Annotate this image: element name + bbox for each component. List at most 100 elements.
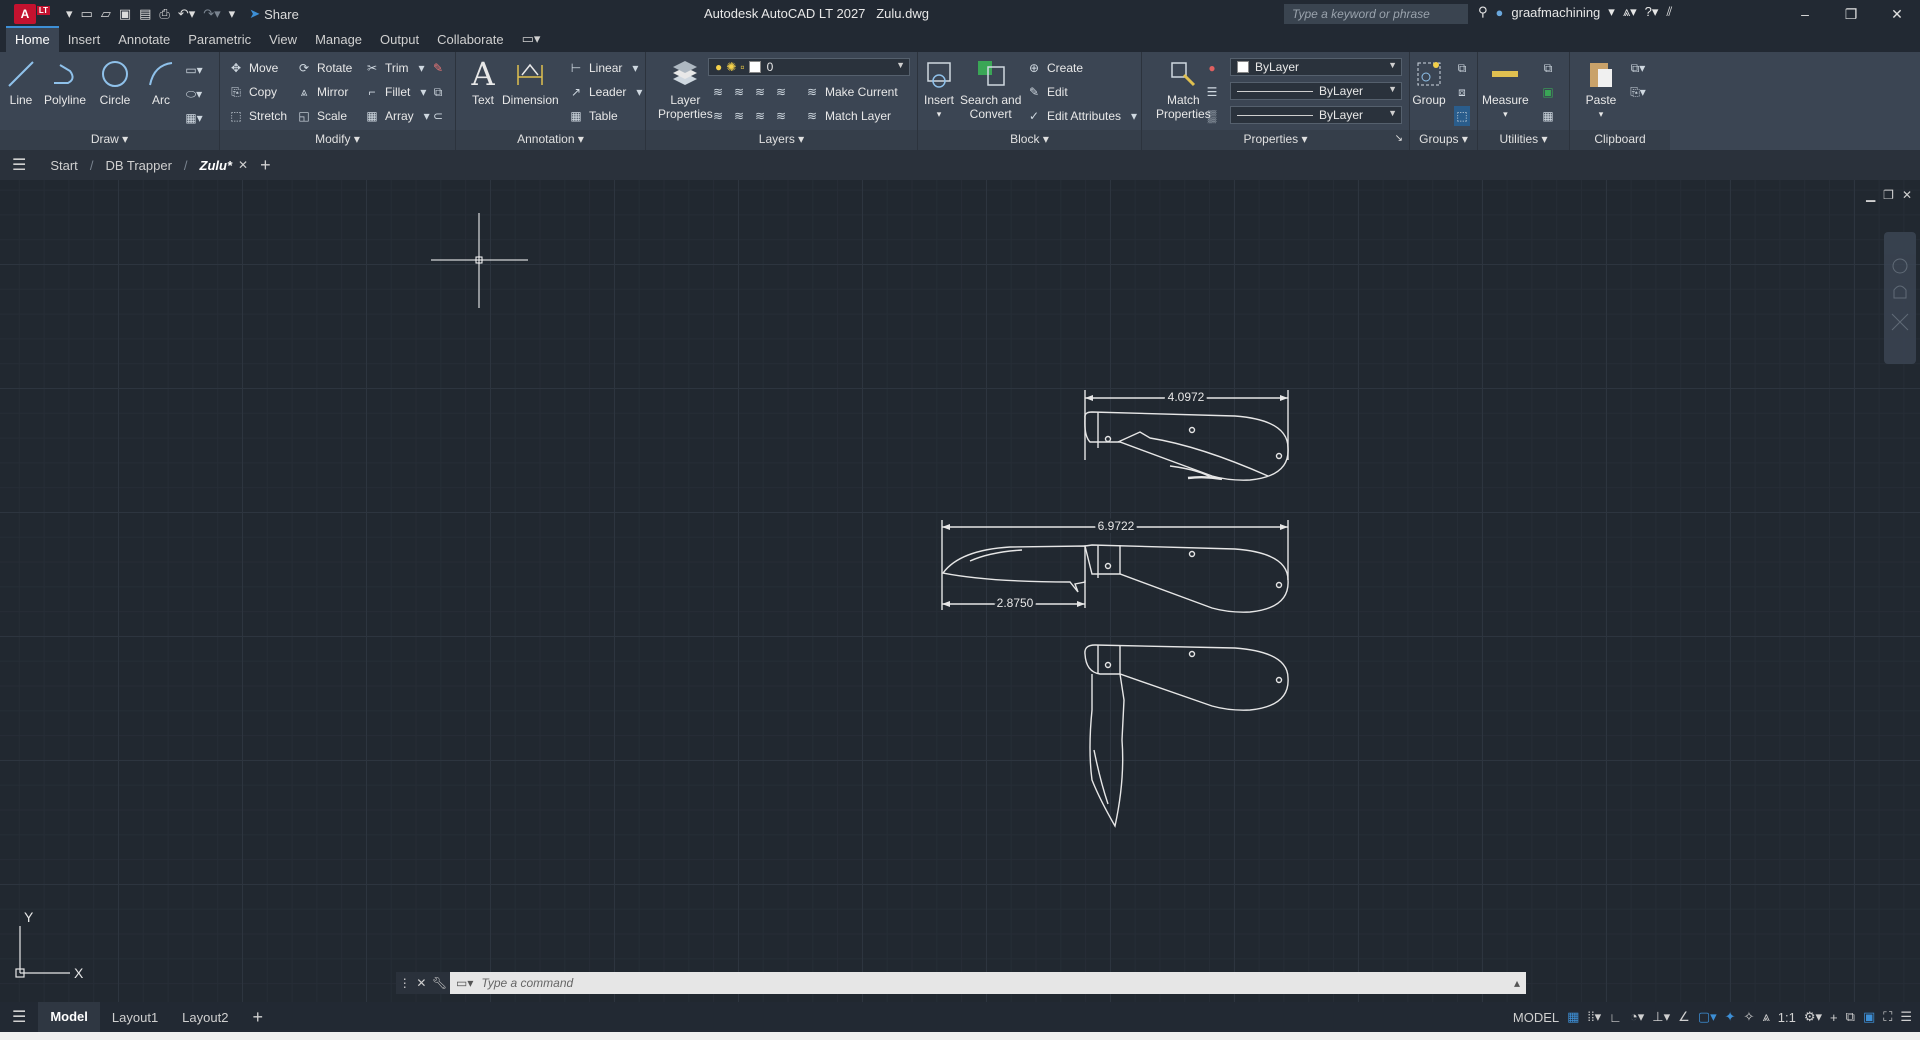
mirror-button[interactable]: ⩓ Mirror	[296, 82, 349, 102]
linetype-dropdown[interactable]: ByLayer ▼	[1230, 82, 1402, 100]
scale-button[interactable]: ◱ Scale	[296, 106, 347, 126]
tab-manage[interactable]: Manage	[306, 28, 371, 52]
polyline-button[interactable]: Polyline	[44, 58, 86, 107]
paste-button[interactable]: Paste ▾	[1584, 58, 1618, 121]
layer-dropdown[interactable]: ● ✺ ▫ 0 ▼	[708, 58, 910, 76]
annotation-panel-label[interactable]: Annotation ▾	[456, 130, 645, 150]
dialog-launcher-icon[interactable]: ↘	[1395, 130, 1403, 148]
annotation-scale-icon[interactable]: ⩓	[1762, 1009, 1769, 1025]
copy-clip-icon[interactable]: ⎘▾	[1630, 82, 1646, 102]
quick-properties-icon[interactable]: ▣	[1863, 1009, 1875, 1025]
undo-icon[interactable]: ↶▾	[178, 6, 195, 22]
search-icon[interactable]: ⚲	[1478, 4, 1488, 20]
open-icon[interactable]: ▱	[101, 6, 111, 22]
tab-model[interactable]: Model	[38, 1002, 100, 1032]
grip-icon[interactable]: ⋮	[399, 976, 411, 990]
clipboard-panel-label[interactable]: Clipboard	[1570, 130, 1670, 150]
select-all-icon[interactable]: ▣	[1540, 82, 1556, 102]
add-layout-icon[interactable]: +	[240, 1007, 275, 1028]
rectangle-icon[interactable]: ▭▾	[185, 60, 202, 80]
user-caret-icon[interactable]: ▾	[1608, 4, 1615, 20]
draw-panel-label[interactable]: Draw ▾	[0, 130, 219, 150]
save-icon[interactable]: ▣	[119, 6, 131, 22]
object-snap-tracking-icon[interactable]: ∠	[1678, 1009, 1690, 1025]
wrench-icon[interactable]: 🔧︎	[432, 976, 447, 990]
groups-panel-label[interactable]: Groups ▾	[1410, 130, 1477, 150]
utilities-panel-label[interactable]: Utilities ▾	[1478, 130, 1569, 150]
calculator-icon[interactable]: ▦	[1540, 106, 1556, 126]
tab-layout1[interactable]: Layout1	[100, 1010, 170, 1025]
redo-icon[interactable]: ↷▾	[203, 6, 220, 22]
match-properties-button[interactable]: Match Properties	[1156, 58, 1211, 121]
explode-icon[interactable]: ⧉	[430, 82, 446, 102]
model-space-button[interactable]: MODEL	[1513, 1010, 1559, 1025]
isodraft-icon[interactable]: ⊥▾	[1652, 1009, 1670, 1025]
table-button[interactable]: ▦ Table	[568, 106, 617, 126]
dimension-button[interactable]: Dimension	[502, 58, 559, 107]
quick-select-icon[interactable]: ⧉	[1540, 58, 1556, 78]
stretch-button[interactable]: ⬚ Stretch	[228, 106, 287, 126]
save-as-icon[interactable]: ▤	[139, 6, 151, 22]
tab-output[interactable]: Output	[371, 28, 428, 52]
layout-menu-icon[interactable]: ☰	[0, 1007, 38, 1027]
new-icon[interactable]: ▭	[81, 6, 93, 22]
app-menu-caret-icon[interactable]: ▾	[66, 6, 73, 22]
annotation-visibility-icon[interactable]: ✦	[1725, 1009, 1736, 1025]
username[interactable]: graafmachining	[1511, 5, 1600, 20]
new-tab-icon[interactable]: +	[248, 155, 283, 176]
circle-button[interactable]: Circle	[98, 58, 132, 107]
edit-attributes-button[interactable]: ✓ Edit Attributes ▾	[1026, 106, 1142, 126]
snap-icon[interactable]: ⁞⁞▾	[1587, 1009, 1601, 1025]
polar-icon[interactable]: ◔▾	[1630, 1009, 1644, 1025]
command-line-input[interactable]: ▭▾ Type a command ▴	[450, 972, 1526, 994]
lineweight-dropdown[interactable]: ByLayer ▼	[1230, 106, 1402, 124]
create-block-button[interactable]: ⊕ Create	[1026, 58, 1083, 78]
linear-button[interactable]: ⊢ Linear ▾	[568, 58, 643, 78]
cut-icon[interactable]: ⧉▾	[1630, 58, 1646, 78]
layer-tools-row1[interactable]: ≋ ≋ ≋ ≋	[710, 82, 789, 102]
arc-button[interactable]: Arc	[144, 58, 178, 107]
file-tab-start[interactable]: Start	[38, 158, 89, 173]
close-icon[interactable]: ✕	[1874, 0, 1920, 28]
exchange-icon[interactable]: ⫽	[1666, 4, 1672, 20]
offset-icon[interactable]: ⊂	[430, 106, 446, 126]
object-snap-icon[interactable]: ▢▾	[1698, 1009, 1717, 1025]
make-current-button[interactable]: ≋ Make Current	[804, 82, 898, 102]
group-edit-icon[interactable]: ⧈	[1454, 82, 1470, 102]
annotation-monitor-icon[interactable]: +	[1830, 1010, 1838, 1025]
ribbon-extra-tab[interactable]: ▭▾	[513, 27, 550, 52]
move-button[interactable]: ✥ Move	[228, 58, 278, 78]
modify-panel-label[interactable]: Modify ▾	[220, 130, 455, 150]
restore-icon[interactable]: ❐	[1828, 0, 1874, 28]
units-icon[interactable]: ⧉	[1846, 1009, 1855, 1025]
customization-icon[interactable]: ☰	[1900, 1009, 1912, 1025]
array-button[interactable]: ▦ Array ▾	[364, 106, 435, 126]
ellipse-icon[interactable]: ⬭▾	[186, 84, 202, 104]
keyword-search-input[interactable]: Type a keyword or phrase	[1284, 4, 1468, 24]
leader-button[interactable]: ↗ Leader ▾	[568, 82, 647, 102]
help-icon[interactable]: ?▾	[1645, 4, 1659, 20]
trim-button[interactable]: ✂ Trim ▾	[364, 58, 430, 78]
erase-icon[interactable]: ✎	[430, 58, 446, 78]
print-icon[interactable]: ⎙	[159, 6, 169, 22]
properties-panel-label[interactable]: Properties ▾ ↘	[1142, 130, 1409, 150]
search-and-convert-button[interactable]: Search and Convert	[960, 58, 1021, 121]
tab-annotate[interactable]: Annotate	[109, 28, 179, 52]
customize-qat-icon[interactable]: ▾	[229, 6, 236, 22]
color-dropdown[interactable]: ByLayer ▼	[1230, 58, 1402, 76]
grid-icon[interactable]: ▦	[1567, 1009, 1579, 1025]
line-button[interactable]: Line	[4, 58, 38, 107]
auto-scale-icon[interactable]: ✧	[1744, 1009, 1755, 1025]
tab-collaborate[interactable]: Collaborate	[428, 28, 513, 52]
file-tabs-menu-icon[interactable]: ☰	[0, 155, 38, 175]
layers-panel-label[interactable]: Layers ▾	[646, 130, 917, 150]
command-history-caret-icon[interactable]: ▴	[1514, 976, 1520, 990]
ungroup-icon[interactable]: ⧉	[1454, 58, 1470, 78]
ortho-icon[interactable]: ∟	[1609, 1010, 1622, 1025]
file-tab-db-trapper[interactable]: DB Trapper	[93, 158, 183, 173]
rotate-button[interactable]: ⟳ Rotate	[296, 58, 352, 78]
annotation-scale-value[interactable]: 1:1	[1778, 1010, 1796, 1025]
layer-tools-row2[interactable]: ≋ ≋ ≋ ≋	[710, 106, 789, 126]
tab-home[interactable]: Home	[6, 26, 59, 52]
hatch-icon[interactable]: ▦▾	[185, 108, 202, 128]
